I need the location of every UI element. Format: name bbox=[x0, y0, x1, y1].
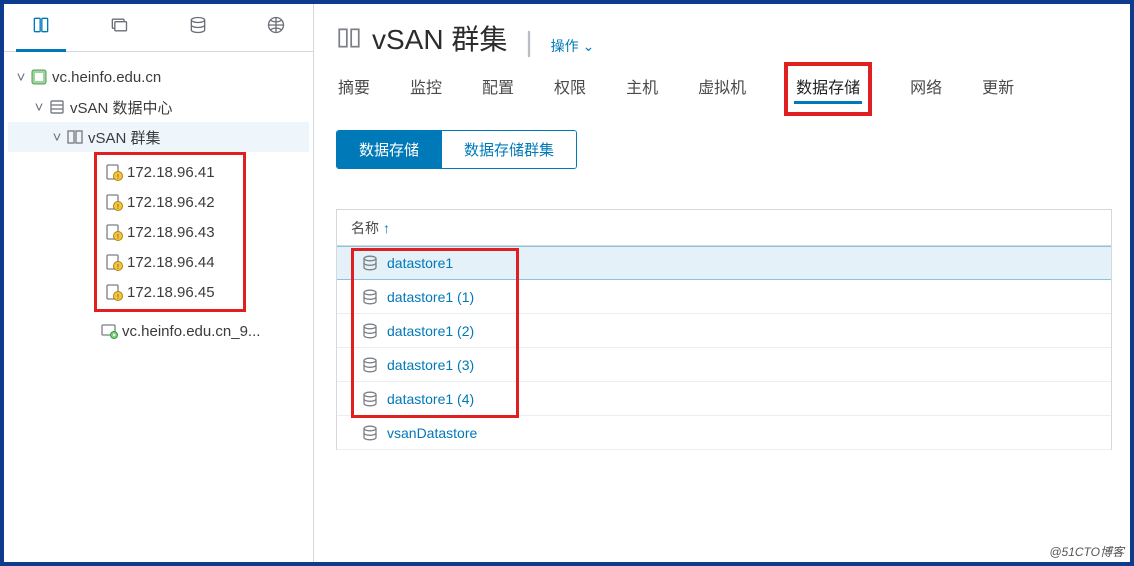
tab-networks[interactable]: 网络 bbox=[908, 68, 944, 110]
tab-permissions[interactable]: 权限 bbox=[552, 68, 588, 110]
datastore-name: datastore1 (1) bbox=[387, 289, 474, 305]
tree-host[interactable]: ! 172.18.96.44 bbox=[97, 247, 243, 277]
actions-dropdown[interactable]: 操作 ⌄ bbox=[551, 36, 595, 56]
vm-icon bbox=[100, 322, 118, 340]
datastore-icon bbox=[361, 424, 379, 442]
watermark: @51CTO博客 bbox=[1049, 543, 1124, 560]
tab-vms[interactable]: 虚拟机 bbox=[696, 68, 748, 110]
annotation-hosts-highlight: ! 172.18.96.41 ! 172.18.96.42 ! 172.18.9… bbox=[94, 152, 246, 312]
tab-monitor[interactable]: 监控 bbox=[408, 68, 444, 110]
datastore-name: vsanDatastore bbox=[387, 425, 477, 441]
sidebar-toolbar bbox=[4, 4, 313, 52]
svg-text:!: ! bbox=[117, 204, 119, 211]
host-warning-icon: ! bbox=[105, 223, 123, 241]
tree-datacenter-label: vSAN 数据中心 bbox=[70, 97, 173, 118]
tree-root-label: vc.heinfo.edu.cn bbox=[52, 69, 161, 86]
tree-host-label: 172.18.96.45 bbox=[127, 284, 215, 301]
sub-tabs: 数据存储 数据存储群集 bbox=[336, 130, 577, 169]
tree-host[interactable]: ! 172.18.96.45 bbox=[97, 277, 243, 307]
cluster-icon bbox=[66, 128, 84, 146]
table-row[interactable]: datastore1 (3) bbox=[337, 348, 1111, 382]
datastore-icon bbox=[361, 288, 379, 306]
tree-host[interactable]: ! 172.18.96.42 bbox=[97, 187, 243, 217]
tab-hosts[interactable]: 主机 bbox=[624, 68, 660, 110]
table-row[interactable]: datastore1 bbox=[337, 246, 1111, 280]
main-content: vSAN 群集 | 操作 ⌄ 摘要 监控 配置 权限 主机 虚拟机 数据存储 网… bbox=[314, 4, 1130, 562]
table-header[interactable]: 名称 ↑ bbox=[337, 210, 1111, 246]
subtab-datastore-clusters[interactable]: 数据存储群集 bbox=[441, 131, 576, 168]
tree-cluster-label: vSAN 群集 bbox=[88, 127, 161, 148]
tree-host[interactable]: ! 172.18.96.41 bbox=[97, 157, 243, 187]
table-row[interactable]: vsanDatastore bbox=[337, 416, 1111, 450]
subtab-datastores[interactable]: 数据存储 bbox=[337, 131, 441, 168]
tab-configure[interactable]: 配置 bbox=[480, 68, 516, 110]
datastore-name: datastore1 (4) bbox=[387, 391, 474, 407]
tree-host-label: 172.18.96.41 bbox=[127, 164, 215, 181]
tree-vm-label: vc.heinfo.edu.cn_9... bbox=[122, 323, 260, 340]
svg-text:!: ! bbox=[117, 264, 119, 271]
nav-networking[interactable] bbox=[251, 4, 301, 52]
main-tabs: 摘要 监控 配置 权限 主机 虚拟机 数据存储 网络 更新 bbox=[336, 68, 1112, 110]
table-row[interactable]: datastore1 (1) bbox=[337, 280, 1111, 314]
datastore-icon bbox=[361, 356, 379, 374]
nav-storage[interactable] bbox=[173, 4, 223, 52]
datastore-name: datastore1 (2) bbox=[387, 323, 474, 339]
datastore-icon bbox=[361, 322, 379, 340]
sort-asc-icon: ↑ bbox=[383, 220, 390, 236]
svg-text:!: ! bbox=[117, 234, 119, 241]
annotation-tab-highlight: 数据存储 bbox=[784, 62, 872, 116]
svg-text:!: ! bbox=[117, 174, 119, 181]
datastore-icon bbox=[361, 390, 379, 408]
nav-hosts-clusters[interactable] bbox=[16, 4, 66, 52]
datastore-table: 名称 ↑ datastore1 datastore1 (1) datasto bbox=[336, 209, 1112, 450]
tree-cluster[interactable]: ˅ vSAN 群集 bbox=[8, 122, 309, 152]
tree-host-label: 172.18.96.43 bbox=[127, 224, 215, 241]
table-row[interactable]: datastore1 (4) bbox=[337, 382, 1111, 416]
datastore-name: datastore1 bbox=[387, 255, 453, 271]
tree-vm[interactable]: vc.heinfo.edu.cn_9... bbox=[8, 316, 309, 346]
chevron-down-icon: ⌄ bbox=[583, 38, 595, 55]
tab-updates[interactable]: 更新 bbox=[980, 68, 1016, 110]
table-row[interactable]: datastore1 (2) bbox=[337, 314, 1111, 348]
inventory-tree: ˅ vc.heinfo.edu.cn ˅ vSAN 数据中心 ˅ vSAN 群集 bbox=[4, 52, 313, 356]
datastore-icon bbox=[361, 254, 379, 272]
svg-text:!: ! bbox=[117, 294, 119, 301]
chevron-down-icon: ˅ bbox=[32, 99, 46, 116]
vcenter-icon bbox=[30, 68, 48, 86]
networking-icon bbox=[266, 15, 286, 38]
datastore-name: datastore1 (3) bbox=[387, 357, 474, 373]
host-warning-icon: ! bbox=[105, 193, 123, 211]
tree-host-label: 172.18.96.44 bbox=[127, 254, 215, 271]
page-header: vSAN 群集 | 操作 ⌄ bbox=[336, 12, 1112, 68]
datacenter-icon bbox=[48, 98, 66, 116]
tree-root-vcenter[interactable]: ˅ vc.heinfo.edu.cn bbox=[8, 62, 309, 92]
vms-templates-icon bbox=[109, 15, 129, 38]
host-warning-icon: ! bbox=[105, 253, 123, 271]
host-warning-icon: ! bbox=[105, 163, 123, 181]
tree-host[interactable]: ! 172.18.96.43 bbox=[97, 217, 243, 247]
host-warning-icon: ! bbox=[105, 283, 123, 301]
tree-datacenter[interactable]: ˅ vSAN 数据中心 bbox=[8, 92, 309, 122]
column-name: 名称 bbox=[351, 218, 379, 238]
tab-datastores[interactable]: 数据存储 bbox=[794, 68, 862, 106]
chevron-down-icon: ˅ bbox=[14, 69, 28, 86]
title-separator: | bbox=[525, 26, 532, 58]
page-title: vSAN 群集 bbox=[336, 18, 507, 58]
tab-summary[interactable]: 摘要 bbox=[336, 68, 372, 110]
tree-host-label: 172.18.96.42 bbox=[127, 194, 215, 211]
page-title-text: vSAN 群集 bbox=[372, 18, 507, 58]
chevron-down-icon: ˅ bbox=[50, 129, 64, 146]
sidebar: ˅ vc.heinfo.edu.cn ˅ vSAN 数据中心 ˅ vSAN 群集 bbox=[4, 4, 314, 562]
cluster-icon bbox=[336, 25, 362, 51]
actions-label: 操作 bbox=[551, 36, 579, 56]
hosts-clusters-icon bbox=[31, 15, 51, 38]
storage-icon bbox=[188, 15, 208, 38]
nav-vms-templates[interactable] bbox=[94, 4, 144, 52]
